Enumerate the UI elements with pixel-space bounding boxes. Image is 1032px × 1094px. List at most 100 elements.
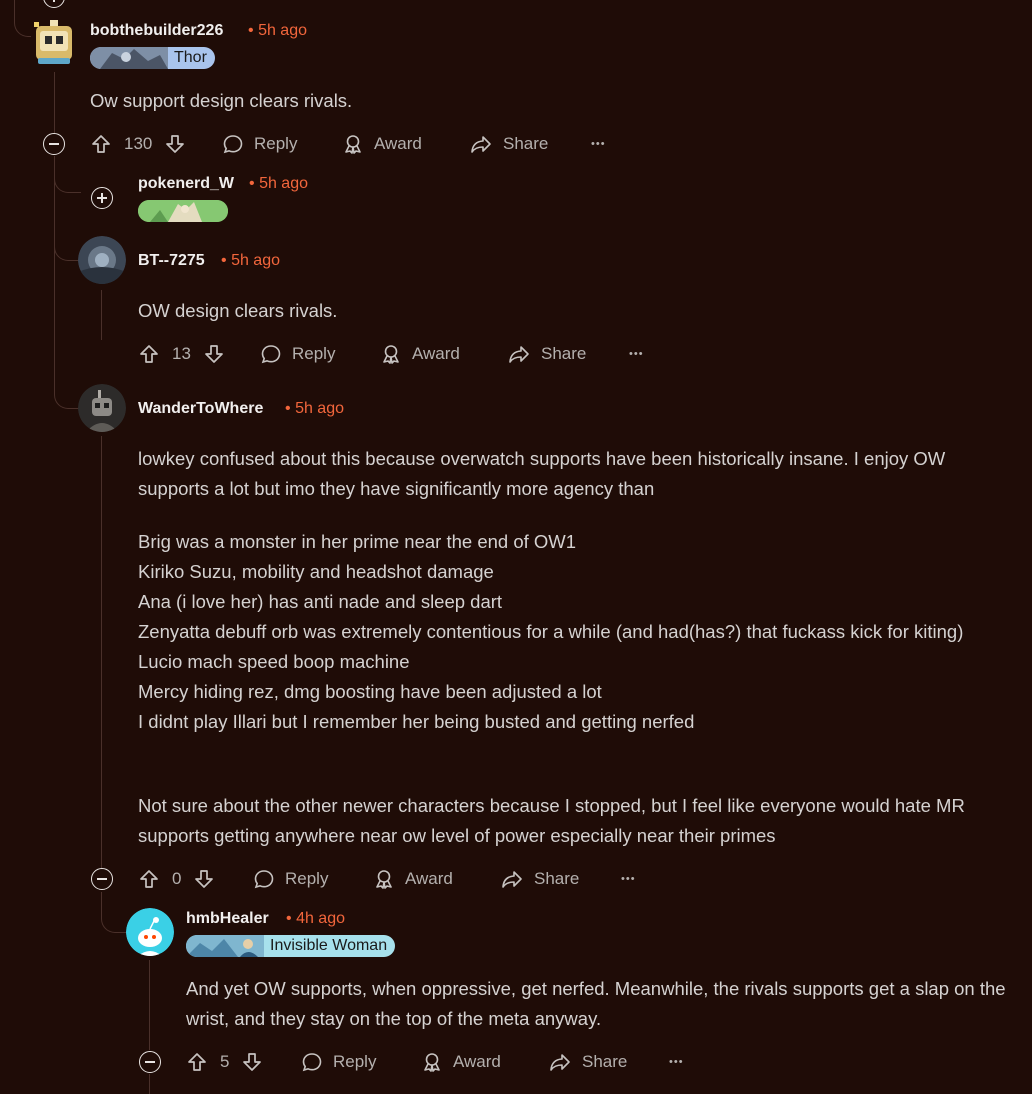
vote-score: 5 — [220, 1052, 230, 1071]
thread-line-bob — [54, 72, 55, 134]
share-icon — [550, 1054, 570, 1071]
separator-dot: • — [221, 252, 227, 269]
avatar-bobthebuilder226[interactable] — [32, 18, 76, 68]
downvote-icon[interactable] — [164, 133, 186, 155]
share-label: Share — [541, 344, 587, 363]
separator-dot: • — [285, 400, 291, 417]
vote-controls: 13 — [138, 338, 225, 370]
thread-line-hmb — [149, 960, 150, 1050]
timestamp-text: 5h ago — [259, 175, 308, 192]
upvote-icon[interactable] — [186, 1051, 208, 1073]
username-WanderToWhere[interactable]: WanderToWhere — [138, 400, 263, 418]
award-label: Award — [412, 344, 460, 363]
vote-score: 130 — [124, 134, 153, 153]
timestamp-text: 4h ago — [296, 910, 345, 927]
thread-line-bob-children — [54, 156, 55, 386]
comment-body-paragraph-3: Not sure about the other newer character… — [138, 795, 965, 846]
vote-controls: 130 — [90, 128, 186, 160]
username-hmbHealer[interactable]: hmbHealer — [186, 910, 269, 928]
timestamp-text: 5h ago — [295, 400, 344, 417]
username-BT--7275[interactable]: BT--7275 — [138, 252, 205, 270]
more-options-button[interactable]: ••• — [629, 338, 644, 370]
vote-score: 13 — [172, 344, 191, 363]
timestamp-BT--7275: • 5h ago — [221, 252, 280, 270]
upvote-icon[interactable] — [90, 133, 112, 155]
reply-label: Reply — [285, 869, 329, 888]
award-label: Award — [374, 134, 422, 153]
avatar-WanderToWhere[interactable] — [78, 384, 126, 432]
award-button[interactable]: Award — [373, 863, 453, 895]
comment-body-BT--7275: OW design clears rivals. — [138, 300, 338, 321]
flair-image — [186, 935, 264, 957]
comment-body-hmbHealer: And yet OW supports, when oppressive, ge… — [186, 978, 1006, 1029]
flair-text: Invisible Woman — [270, 937, 388, 954]
separator-dot: • — [248, 22, 254, 39]
thread-connector-root — [14, 0, 31, 37]
reply-button[interactable]: Reply — [253, 863, 328, 895]
share-icon — [509, 346, 529, 363]
award-button[interactable]: Award — [342, 128, 422, 160]
collapse-thread-button-top[interactable] — [43, 0, 65, 8]
thread-connector-wander — [54, 380, 79, 409]
flair-image — [138, 200, 228, 222]
award-icon — [383, 345, 399, 364]
award-icon — [424, 1053, 440, 1072]
separator-dot: • — [249, 175, 255, 192]
share-button[interactable]: Share — [500, 863, 579, 895]
more-options-button[interactable]: ••• — [669, 1046, 684, 1078]
downvote-icon[interactable] — [203, 343, 225, 365]
timestamp-text: 5h ago — [231, 252, 280, 269]
share-button[interactable]: Share — [469, 128, 548, 160]
share-button[interactable]: Share — [507, 338, 586, 370]
vote-controls: 0 — [138, 863, 215, 895]
share-label: Share — [582, 1052, 628, 1071]
timestamp-text: 5h ago — [258, 22, 307, 39]
more-options-icon: ••• — [621, 873, 636, 885]
share-icon — [471, 136, 491, 153]
upvote-icon[interactable] — [138, 868, 160, 890]
username-pokenerd_W[interactable]: pokenerd_W — [138, 175, 234, 193]
expand-thread-button[interactable] — [91, 187, 113, 209]
timestamp-WanderToWhere: • 5h ago — [285, 400, 344, 418]
more-options-icon: ••• — [591, 138, 606, 150]
timestamp-hmbHealer: • 4h ago — [286, 910, 345, 928]
user-flair-pokenerd — [138, 200, 228, 222]
more-options-button[interactable]: ••• — [621, 863, 636, 895]
username-bobthebuilder226[interactable]: bobthebuilder226 — [90, 22, 223, 40]
reply-button[interactable]: Reply — [301, 1046, 376, 1078]
more-options-icon: ••• — [669, 1056, 684, 1068]
reply-button[interactable]: Reply — [222, 128, 297, 160]
reply-label: Reply — [292, 344, 336, 363]
reply-icon — [223, 135, 243, 154]
share-icon — [502, 871, 522, 888]
reply-icon — [254, 870, 274, 889]
reply-label: Reply — [333, 1052, 377, 1071]
avatar-hmbHealer[interactable] — [126, 908, 174, 956]
avatar-BT--7275[interactable] — [78, 236, 126, 284]
user-flair-invisible-woman: Invisible Woman — [186, 935, 396, 957]
upvote-icon[interactable] — [138, 343, 160, 365]
collapse-thread-button[interactable] — [91, 868, 113, 890]
collapse-thread-button[interactable] — [139, 1051, 161, 1073]
more-options-button[interactable]: ••• — [591, 128, 606, 160]
share-label: Share — [503, 134, 549, 153]
share-button[interactable]: Share — [548, 1046, 627, 1078]
flair-text: Thor — [174, 49, 207, 66]
award-icon — [345, 135, 361, 154]
vote-controls: 5 — [186, 1046, 263, 1078]
award-button[interactable]: Award — [421, 1046, 501, 1078]
user-flair-thor: Thor — [90, 47, 215, 69]
award-button[interactable]: Award — [380, 338, 460, 370]
share-label: Share — [534, 869, 580, 888]
thread-connector-pokenerd — [54, 156, 81, 193]
downvote-icon[interactable] — [241, 1051, 263, 1073]
collapse-thread-button[interactable] — [43, 133, 65, 155]
downvote-icon[interactable] — [193, 868, 215, 890]
reply-label: Reply — [254, 134, 298, 153]
award-label: Award — [453, 1052, 501, 1071]
thread-connector-hmb — [101, 898, 128, 933]
more-options-icon: ••• — [629, 348, 644, 360]
award-label: Award — [405, 869, 453, 888]
thread-connector-bt — [54, 230, 79, 261]
reply-button[interactable]: Reply — [260, 338, 335, 370]
